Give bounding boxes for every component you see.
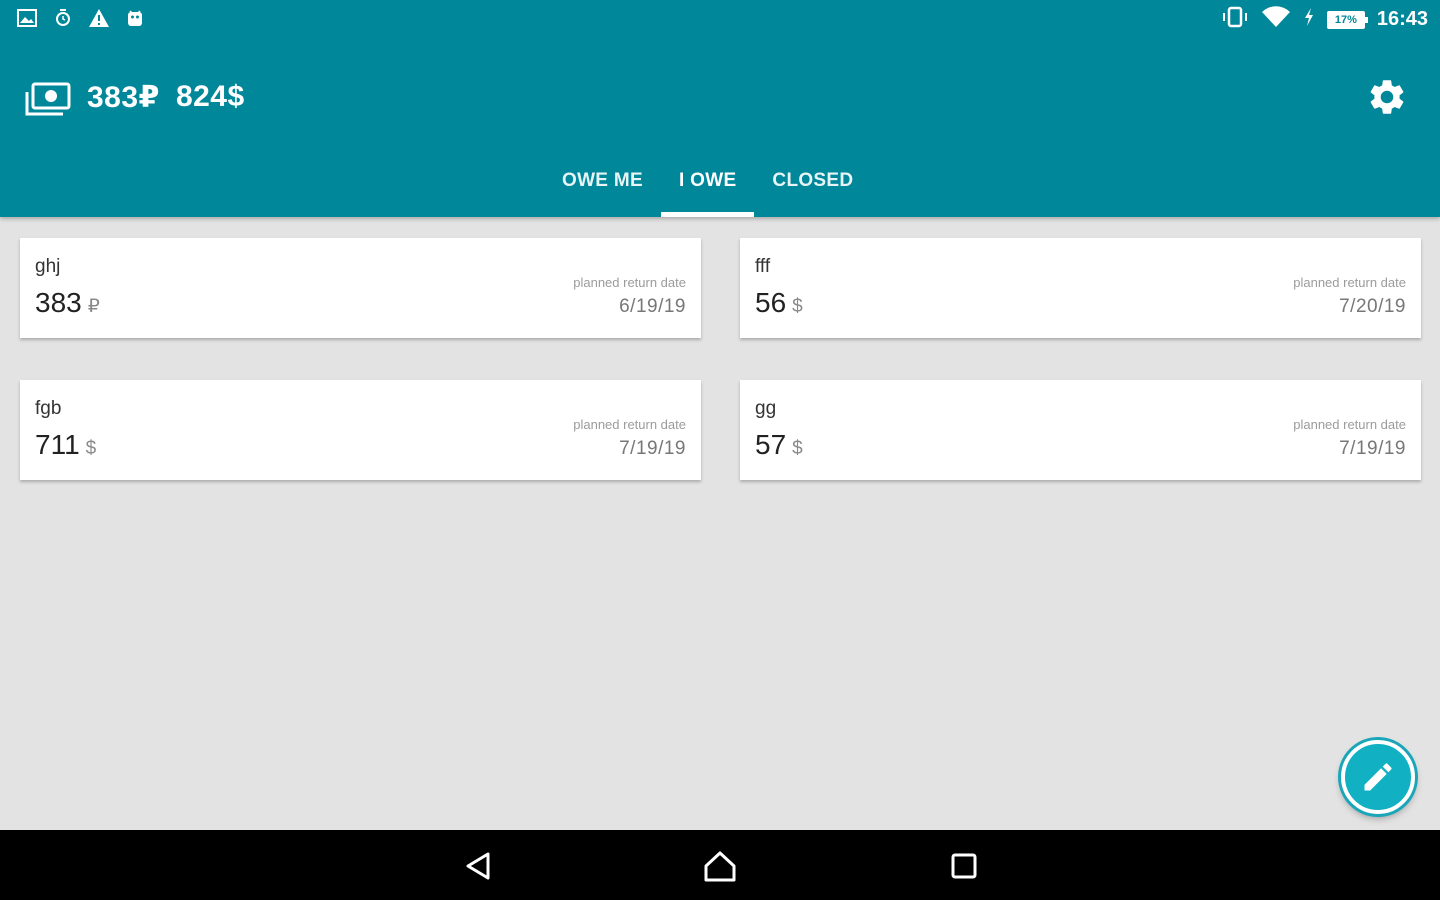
- debt-amount: 711 $: [35, 429, 97, 460]
- tab-bar: OWE ME I OWE CLOSED: [544, 160, 871, 217]
- image-icon: [16, 7, 38, 29]
- return-date: 7/19/19: [619, 438, 686, 459]
- currency-symbol: $: [792, 438, 803, 459]
- clock: 16:43: [1376, 8, 1428, 30]
- currency-symbol: ₽: [87, 296, 100, 317]
- alarm-icon: [52, 7, 74, 29]
- debt-name: gg: [755, 398, 777, 419]
- return-date-label: planned return date: [1293, 275, 1406, 290]
- return-date: 6/19/19: [619, 296, 686, 317]
- tab-closed[interactable]: CLOSED: [754, 160, 871, 217]
- home-icon[interactable]: [700, 846, 740, 886]
- debt-amount: 56 $: [755, 287, 803, 318]
- back-icon[interactable]: [458, 846, 498, 886]
- add-debt-button[interactable]: [1341, 740, 1415, 814]
- charging-icon: [1303, 7, 1315, 32]
- debt-amount: 57 $: [755, 429, 803, 460]
- debt-card[interactable]: fgb 711 $ planned return date 7/19/19: [20, 380, 701, 480]
- navigation-bar: [0, 830, 1440, 900]
- debt-card[interactable]: fff 56 $ planned return date 7/20/19: [740, 238, 1421, 338]
- return-date-label: planned return date: [573, 275, 686, 290]
- return-date: 7/20/19: [1339, 296, 1406, 317]
- wifi-icon: [1261, 5, 1291, 34]
- battery-indicator: 17%: [1326, 10, 1368, 29]
- tab-owe-me[interactable]: OWE ME: [544, 160, 661, 217]
- status-bar: 17% 16:43: [0, 0, 1440, 38]
- pencil-icon: [1364, 763, 1392, 791]
- debt-amount: 383 ₽: [35, 287, 100, 318]
- debt-card[interactable]: ghj 383 ₽ planned return date 6/19/19: [20, 238, 701, 338]
- app-bar: 17% 16:43 383₽ 824$ OWE ME I OWE CLOSED: [0, 0, 1440, 217]
- debt-name: ghj: [35, 256, 61, 277]
- vibrate-icon: [1221, 6, 1249, 33]
- recents-icon[interactable]: [944, 846, 984, 886]
- tab-i-owe[interactable]: I OWE: [660, 160, 755, 217]
- currency-symbol: $: [792, 296, 803, 317]
- totals-summary: 383₽ 824$: [87, 80, 245, 115]
- gear-icon[interactable]: [1366, 76, 1408, 118]
- debt-card[interactable]: gg 57 $ planned return date 7/19/19: [740, 380, 1421, 480]
- debt-name: fff: [755, 256, 771, 277]
- return-date-label: planned return date: [573, 417, 686, 432]
- return-date-label: planned return date: [1293, 417, 1406, 432]
- total-rub: 383₽: [87, 81, 160, 114]
- warning-icon: [88, 7, 110, 29]
- currency-symbol: $: [85, 438, 97, 459]
- money-icon: [25, 82, 71, 116]
- debt-name: fgb: [35, 398, 62, 419]
- android-icon: [124, 7, 146, 29]
- return-date: 7/19/19: [1339, 438, 1406, 459]
- total-usd: 824$: [175, 80, 245, 113]
